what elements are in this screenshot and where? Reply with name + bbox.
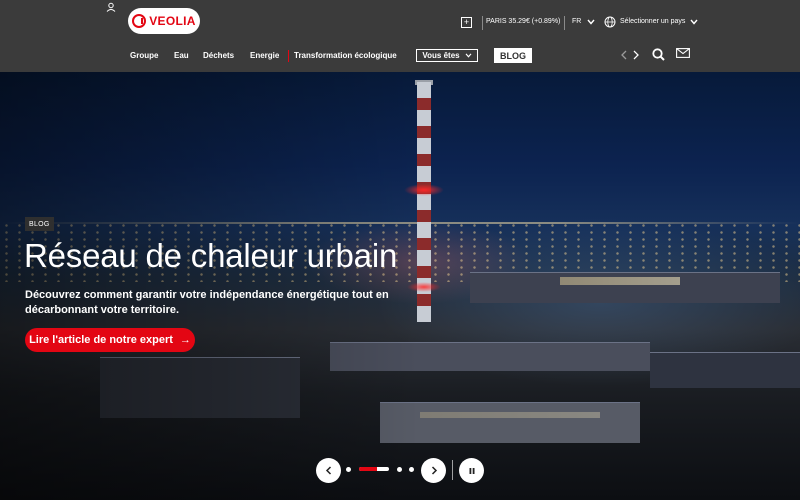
mail-icon[interactable]: [676, 48, 690, 58]
nav-item-energie[interactable]: Energie: [250, 49, 279, 63]
carousel-dot[interactable]: [409, 467, 414, 472]
site-header: VEOLIA + PARIS 35.29€ (+0.89%) FR Sélect…: [0, 0, 800, 72]
carousel-prev-button[interactable]: [316, 458, 341, 483]
globe-icon: [604, 16, 616, 28]
factory-lights: [420, 412, 600, 418]
chevron-left-right-icon[interactable]: [621, 50, 639, 60]
blog-button[interactable]: BLOG: [494, 48, 532, 63]
chevron-right-icon: [431, 466, 437, 475]
veolia-logo-mark: [132, 14, 147, 28]
nav-item-groupe[interactable]: Groupe: [130, 49, 158, 63]
vous-etes-dropdown[interactable]: Vous êtes: [416, 49, 478, 62]
stock-price[interactable]: PARIS 35.29€ (+0.89%): [486, 18, 560, 25]
logo-text: VEOLIA: [149, 14, 196, 28]
carousel-dot[interactable]: [346, 467, 351, 472]
carousel-progress[interactable]: [359, 467, 389, 471]
chevron-down-icon: [587, 19, 595, 25]
nav-item-transformation[interactable]: Transformation écologique: [294, 49, 397, 63]
read-article-button[interactable]: Lire l'article de notre expert →: [25, 328, 195, 352]
country-selector[interactable]: Sélectionner un pays: [620, 18, 698, 25]
carousel-divider: [452, 460, 453, 480]
nav-item-eau[interactable]: Eau: [174, 49, 189, 63]
category-badge: BLOG: [25, 217, 54, 231]
home-icon[interactable]: [106, 2, 116, 12]
arrow-right-icon: →: [179, 334, 191, 346]
country-selector-label: Sélectionner un pays: [620, 18, 686, 25]
hero-title: Réseau de chaleur urbain: [24, 237, 398, 274]
chevron-left-icon: [325, 466, 331, 475]
carousel-next-button[interactable]: [421, 458, 446, 483]
carousel-progress-fill: [359, 467, 377, 471]
language-selector[interactable]: FR: [572, 18, 595, 25]
chevron-down-icon: [465, 53, 472, 58]
divider: [564, 16, 565, 30]
chevron-down-icon: [690, 19, 698, 25]
carousel-pause-button[interactable]: [459, 458, 484, 483]
factory-building: [650, 352, 800, 388]
pause-icon: [469, 467, 474, 474]
nav-divider: [288, 50, 289, 62]
vous-etes-label: Vous êtes: [422, 51, 460, 60]
factory-lights: [560, 277, 680, 285]
nav-item-dechets[interactable]: Déchets: [203, 49, 234, 63]
plus-icon[interactable]: +: [461, 17, 472, 28]
cta-label: Lire l'article de notre expert: [29, 334, 173, 346]
hero-description: Découvrez comment garantir votre indépen…: [25, 289, 389, 316]
divider: [482, 16, 483, 30]
carousel-dot[interactable]: [397, 467, 402, 472]
language-label: FR: [572, 18, 582, 25]
veolia-logo[interactable]: VEOLIA: [128, 8, 200, 34]
hero-shade: [0, 72, 420, 500]
hero-banner: BLOG Réseau de chaleur urbain Découvrez …: [0, 72, 800, 500]
search-icon[interactable]: [652, 48, 665, 61]
